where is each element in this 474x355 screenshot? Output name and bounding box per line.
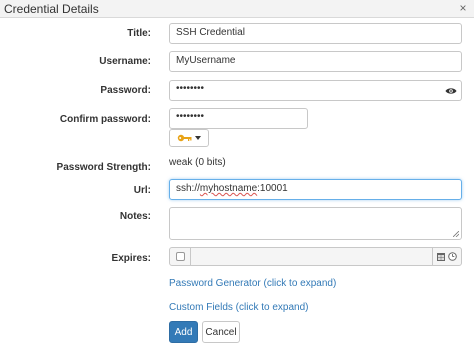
title-value: SSH Credential [176, 27, 245, 38]
custom-fields-link[interactable]: Custom Fields (click to expand) [169, 302, 309, 313]
title-label: Title: [127, 28, 151, 39]
confirm-password-label: Confirm password: [59, 114, 151, 125]
url-prefix: ssh:// [176, 183, 200, 194]
dialog-titlebar: Credential Details × [0, 0, 474, 18]
expires-date-input[interactable] [190, 247, 433, 266]
notes-label: Notes: [119, 211, 151, 222]
password-input[interactable]: •••••••• [169, 80, 441, 101]
notes-textarea[interactable] [169, 207, 462, 240]
chevron-down-icon [195, 136, 201, 140]
expires-checkbox[interactable] [175, 252, 185, 261]
clock-icon[interactable] [448, 252, 457, 261]
url-suffix: :10001 [257, 183, 288, 194]
url-input[interactable]: ssh://myhostname:10001 [169, 179, 462, 200]
expires-group [169, 247, 462, 266]
add-button[interactable]: Add [169, 321, 198, 343]
url-host: myhostname [199, 183, 258, 194]
close-icon[interactable]: × [456, 1, 470, 15]
expires-checkbox-wrap [169, 247, 191, 266]
password-label: Password: [100, 85, 151, 96]
confirm-password-input[interactable]: •••••••• [169, 108, 308, 129]
resize-grip-icon[interactable] [453, 231, 459, 237]
password-value: •••••••• [176, 83, 205, 94]
dialog-title: Credential Details [4, 2, 99, 16]
username-label: Username: [99, 56, 151, 67]
show-password-button[interactable] [440, 80, 462, 101]
expires-picker-buttons [432, 247, 462, 266]
expires-label: Expires: [111, 253, 151, 264]
title-input[interactable]: SSH Credential [169, 23, 462, 44]
password-generator-link[interactable]: Password Generator (click to expand) [169, 278, 336, 289]
password-strength-label: Password Strength: [56, 162, 151, 173]
username-input[interactable]: MyUsername [169, 51, 462, 72]
eye-icon [445, 87, 456, 94]
password-strength-value: weak (0 bits) [169, 157, 226, 168]
key-icon [177, 134, 192, 142]
url-label: Url: [133, 185, 151, 196]
calendar-icon[interactable] [437, 252, 445, 261]
confirm-password-value: •••••••• [176, 111, 205, 122]
username-value: MyUsername [176, 55, 236, 66]
password-generator-dropdown-button[interactable] [169, 129, 209, 147]
cancel-button[interactable]: Cancel [202, 321, 240, 343]
